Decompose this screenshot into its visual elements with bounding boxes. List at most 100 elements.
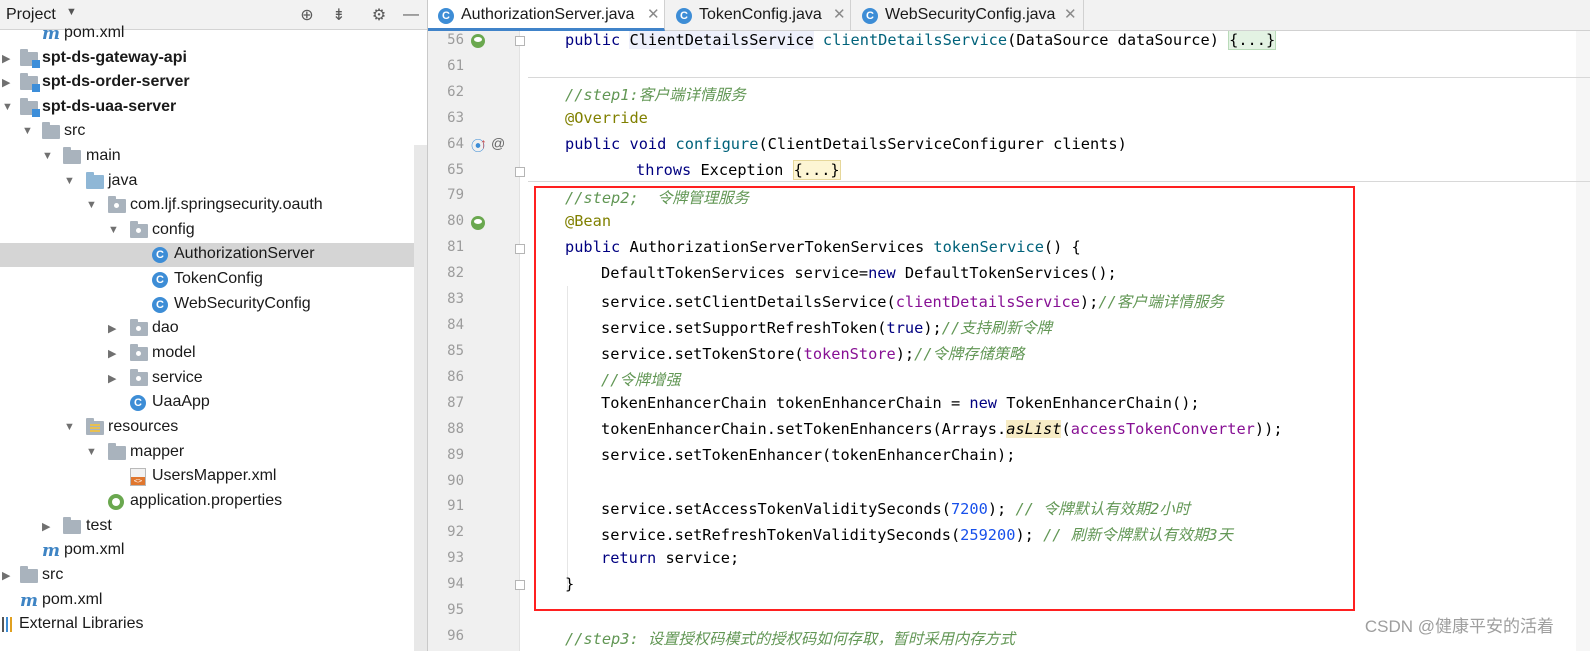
line-number: 62 — [447, 84, 464, 100]
line-number: 86 — [447, 369, 464, 385]
line-number: 87 — [447, 395, 464, 411]
tree-item-application-properties[interactable]: application.properties — [0, 490, 427, 514]
chevron-down-icon[interactable]: ▼ — [108, 224, 120, 236]
folded-code-block[interactable]: {...} — [792, 160, 841, 180]
line-number: 93 — [447, 550, 464, 566]
chevron-right-icon[interactable]: ▶ — [2, 76, 14, 89]
tree-item-label: model — [152, 344, 196, 361]
chevron-down-icon[interactable]: ▼ — [42, 150, 54, 162]
fold-marker-icon[interactable] — [515, 167, 525, 177]
tree-item-label: spt-ds-gateway-api — [42, 49, 187, 66]
tree-item-test[interactable]: ▶ test — [0, 515, 427, 539]
chevron-down-icon[interactable]: ▼ — [66, 6, 77, 18]
code-editor[interactable]: 56 public ClientDetailsService clientDet… — [428, 31, 1590, 651]
package-icon — [130, 369, 148, 388]
tab-label: TokenConfig.java — [699, 6, 822, 23]
tree-item-authorization-server[interactable]: C AuthorizationServer — [0, 243, 427, 267]
tree-item-dao[interactable]: ▶ dao — [0, 317, 427, 341]
line-number: 91 — [447, 498, 464, 514]
chevron-right-icon[interactable]: ▶ — [108, 372, 120, 385]
chevron-down-icon[interactable]: ▼ — [2, 101, 14, 113]
code-line-84: 84 service.setSupportRefreshToken(true);… — [428, 314, 1590, 340]
tree-item-gateway-api[interactable]: ▶ spt-ds-gateway-api — [0, 47, 427, 71]
tree-item-label: src — [42, 566, 64, 583]
tree-item-token-config[interactable]: C TokenConfig — [0, 268, 427, 292]
line-number: 85 — [447, 343, 464, 359]
chevron-right-icon[interactable]: ▶ — [2, 52, 14, 65]
package-icon — [130, 319, 148, 338]
tree-item-src-root[interactable]: ▶ src — [0, 564, 427, 588]
tree-item-uaa-server[interactable]: ▼ spt-ds-uaa-server — [0, 96, 427, 120]
tree-item-model[interactable]: ▶ model — [0, 342, 427, 366]
code-line-56: 56 public ClientDetailsService clientDet… — [428, 31, 1590, 55]
tree-item-resources[interactable]: ▼ resources — [0, 416, 427, 440]
tree-item-users-mapper-xml[interactable]: UsersMapper.xml — [0, 465, 427, 489]
tree-item-external-libraries[interactable]: External Libraries — [0, 613, 427, 637]
tab-web-security-config[interactable]: C WebSecurityConfig.java ✕ — [852, 0, 1084, 31]
code-line-79: 79 //step2; 令牌管理服务 — [428, 184, 1590, 210]
tree-item-label: src — [64, 122, 86, 139]
code-line-63: 63 @Override — [428, 107, 1590, 133]
tree-item-pom-uaa[interactable]: m pom.xml — [0, 539, 427, 563]
tree-item-java[interactable]: ▼ java — [0, 170, 427, 194]
tree-item-label: pom.xml — [42, 591, 103, 608]
fold-marker-icon[interactable] — [515, 580, 525, 590]
line-number: 63 — [447, 110, 464, 126]
line-number: 83 — [447, 291, 464, 307]
resources-folder-icon — [86, 418, 104, 437]
tree-item-web-security-config[interactable]: C WebSecurityConfig — [0, 293, 427, 317]
tree-item-service[interactable]: ▶ service — [0, 367, 427, 391]
close-icon[interactable]: ✕ — [833, 5, 846, 23]
line-number: 64 — [447, 136, 464, 152]
line-number: 61 — [447, 58, 464, 74]
tab-token-config[interactable]: C TokenConfig.java ✕ — [666, 0, 851, 31]
folder-icon — [20, 566, 38, 585]
tree-item-main[interactable]: ▼ main — [0, 145, 427, 169]
chevron-right-icon[interactable]: ▶ — [2, 569, 14, 582]
chevron-down-icon[interactable]: ▼ — [22, 125, 34, 137]
module-folder-icon — [20, 98, 40, 117]
chevron-down-icon[interactable]: ▼ — [86, 446, 98, 458]
chevron-down-icon[interactable]: ▼ — [86, 199, 98, 211]
tree-item-label: UaaApp — [152, 393, 210, 410]
tree-item-label: pom.xml — [64, 24, 125, 41]
tree-item-label: mapper — [130, 443, 185, 460]
close-icon[interactable]: ✕ — [1064, 5, 1077, 23]
fold-marker-icon[interactable] — [515, 36, 525, 46]
chevron-right-icon[interactable]: ▶ — [108, 347, 120, 360]
tree-item-label: External Libraries — [19, 615, 144, 632]
spring-bean-icon[interactable] — [471, 34, 485, 48]
code-line-62: 62 //step1:客户端详情服务 — [428, 81, 1590, 107]
tree-item-src[interactable]: ▼ src — [0, 120, 427, 144]
class-icon: C — [676, 8, 692, 24]
tree-item-order-server[interactable]: ▶ spt-ds-order-server — [0, 71, 427, 95]
tree-item-uaa-app[interactable]: C UaaApp — [0, 391, 427, 415]
at-sign-icon[interactable]: @ — [491, 135, 505, 151]
tree-item-package-oauth[interactable]: ▼ com.ljf.springsecurity.oauth — [0, 194, 427, 218]
maven-icon: m — [42, 24, 60, 44]
code-line-64: 64 ⦿ ↑ @ public void configure(ClientDet… — [428, 133, 1590, 159]
close-icon[interactable]: ✕ — [647, 5, 660, 23]
arrow-up-icon[interactable]: ↑ — [480, 135, 487, 151]
folder-icon — [42, 122, 60, 141]
properties-file-icon — [108, 493, 126, 511]
chevron-right-icon[interactable]: ▶ — [108, 322, 120, 335]
spring-bean-icon[interactable] — [471, 216, 485, 230]
line-number: 90 — [447, 473, 464, 489]
folder-icon — [108, 443, 126, 462]
folded-code-block[interactable]: {...} — [1228, 31, 1277, 50]
tab-authorization-server[interactable]: C AuthorizationServer.java ✕ — [428, 0, 665, 31]
project-scrollbar[interactable] — [414, 145, 427, 651]
tree-item-config[interactable]: ▼ config — [0, 219, 427, 243]
chevron-right-icon[interactable]: ▶ — [42, 520, 54, 533]
line-number: 82 — [447, 265, 464, 281]
line-number: 79 — [447, 187, 464, 203]
chevron-down-icon[interactable]: ▼ — [64, 175, 76, 187]
tree-item-pom-root[interactable]: m pom.xml — [0, 22, 427, 46]
chevron-down-icon[interactable]: ▼ — [64, 421, 76, 433]
tree-item-pom-project[interactable]: m pom.xml — [0, 589, 427, 613]
package-icon — [130, 221, 148, 240]
fold-marker-icon[interactable] — [515, 244, 525, 254]
tree-item-mapper[interactable]: ▼ mapper — [0, 441, 427, 465]
line-number: 94 — [447, 576, 464, 592]
